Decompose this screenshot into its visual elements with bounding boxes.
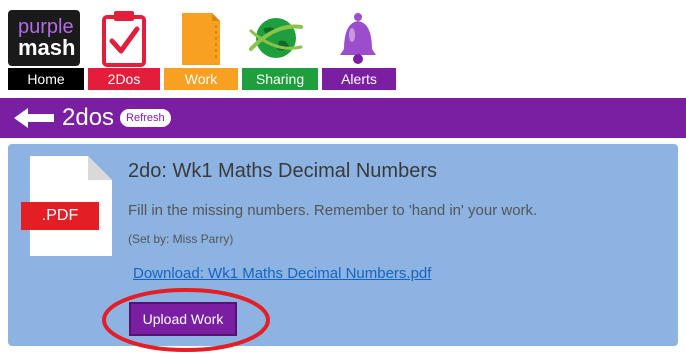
- logo-line2: mash: [18, 35, 76, 60]
- todo-title: 2do: Wk1 Maths Decimal Numbers: [128, 160, 437, 182]
- bell-icon[interactable]: [326, 8, 390, 68]
- todo-card: .PDF 2do: Wk1 Maths Decimal Numbers Fill…: [8, 144, 678, 346]
- refresh-button[interactable]: Refresh: [120, 109, 171, 127]
- clipboard-check-icon[interactable]: [92, 8, 156, 68]
- page-title: 2dos: [62, 104, 115, 131]
- page-header-bar: 2dos Refresh: [0, 98, 686, 138]
- back-arrow-icon[interactable]: [12, 106, 56, 130]
- top-nav: purple mash Home 2Dos Work Sharing Alert…: [0, 0, 686, 92]
- file-type-label: .PDF: [21, 202, 99, 230]
- upload-work-button[interactable]: Upload Work: [129, 302, 237, 336]
- nav-tab-sharing[interactable]: Sharing: [242, 68, 318, 90]
- todo-description: Fill in the missing numbers. Remember to…: [128, 202, 538, 219]
- purple-mash-logo[interactable]: purple mash: [8, 10, 80, 66]
- nav-tab-work[interactable]: Work: [164, 68, 238, 90]
- logo-line1: purple: [18, 16, 74, 38]
- folder-icon[interactable]: [168, 8, 232, 68]
- globe-icon[interactable]: [244, 8, 308, 68]
- nav-tab-2dos[interactable]: 2Dos: [88, 68, 160, 90]
- nav-tab-alerts[interactable]: Alerts: [322, 68, 396, 90]
- download-link[interactable]: Download: Wk1 Maths Decimal Numbers.pdf: [133, 265, 431, 282]
- nav-tab-home[interactable]: Home: [8, 68, 84, 90]
- todo-set-by: (Set by: Miss Parry): [128, 232, 234, 246]
